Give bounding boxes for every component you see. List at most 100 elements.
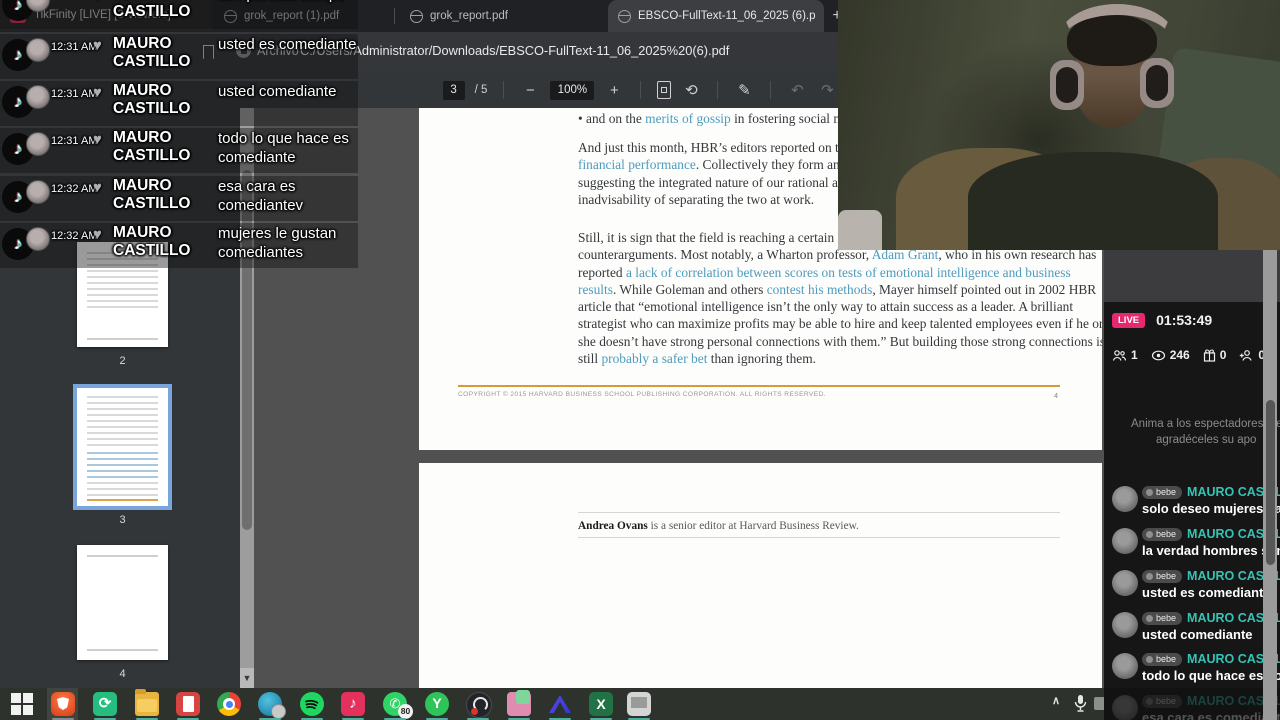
person-plus-icon [1240, 349, 1252, 361]
system-app-icon[interactable] [627, 692, 651, 716]
address-url[interactable]: C:/Users/Administrator/Downloads/EBSCO-F… [300, 43, 729, 58]
overlay-chat-row: ♪ 12:31 AM ♥ MAURO CASTILLO todo lo que hace… [0, 128, 358, 173]
tab-label: EBSCO-FullText-11_06_2025 (6).p [638, 10, 816, 22]
notes-app-icon[interactable] [176, 692, 200, 716]
rotate-icon[interactable]: ⟲ [681, 81, 701, 99]
heart-badge-icon: ♥ [93, 179, 102, 196]
thumbnail-text-lines [87, 338, 158, 340]
text-run: she doesn’t have strong personal connect… [578, 333, 1102, 349]
author-name: Andrea Ovans [578, 520, 648, 532]
fit-to-page-icon[interactable] [657, 81, 672, 99]
fan-club-badge: bebe [1142, 611, 1183, 625]
eye-icon [1151, 350, 1165, 360]
text-line: she doesn’t have strong personal connect… [578, 333, 1102, 350]
chat-header-line: bebeMAURO CASTILLO [1142, 527, 1280, 541]
overlay-chat-row: ♪ 12:32 AM ♥ MAURO CASTILLO mujeres le gusta… [0, 223, 358, 268]
chat-message: usted comediante [1142, 627, 1253, 642]
live-timer: 01:53:49 [1156, 312, 1213, 328]
thumbnail-label: 3 [119, 514, 126, 526]
start-button-icon[interactable] [10, 692, 36, 718]
chrome-icon[interactable] [217, 692, 241, 716]
screen: grok_report (1).pdf grok_report.pdf EBSC… [0, 0, 1280, 720]
text-run: suggesting the integrated nature of our … [578, 174, 872, 190]
tray-expand-icon[interactable]: ∧ [1052, 694, 1060, 707]
undo-icon[interactable]: ↶ [787, 81, 807, 99]
avatar [1112, 486, 1138, 512]
live-chat-row[interactable]: bebeMAURO CASTILLO usted es comediante [1104, 569, 1280, 605]
avatar [1112, 570, 1138, 596]
text-line: • and on the merits of gossip in fosteri… [578, 110, 871, 127]
live-chat-row[interactable]: bebeMAURO CASTILLO solo deseo mujeres nad… [1104, 485, 1280, 521]
hyperlink[interactable]: contest his methods [767, 282, 873, 297]
stickers-app-icon[interactable] [507, 690, 531, 716]
zoom-out-button[interactable]: − [520, 82, 540, 99]
page-total: / 5 [474, 84, 488, 96]
vpn-app-icon[interactable] [548, 692, 572, 716]
spotify-icon[interactable] [300, 692, 324, 716]
obs-studio-icon[interactable] [466, 692, 492, 718]
tab-grok-report[interactable]: grok_report.pdf [400, 0, 600, 32]
draw-icon[interactable]: ✎ [734, 81, 754, 99]
fan-club-badge: bebe [1142, 527, 1183, 541]
chat-message: todo lo que hace es comed [1142, 668, 1280, 683]
media-app-icon[interactable] [258, 692, 286, 719]
thumbnail-page-3-selected[interactable] [73, 384, 172, 510]
hyperlink[interactable]: financial performance [578, 157, 696, 172]
live-chat-row[interactable]: bebeMAURO CASTILLO la verdad hombres son … [1104, 527, 1280, 563]
thumbnail-label: 4 [119, 668, 126, 680]
live-chat-row[interactable]: bebeMAURO CASTILLO todo lo que hace es co… [1104, 652, 1280, 688]
helper-line: Anima a los espectadores a e [1131, 418, 1280, 430]
bullet-line: • and on the merits of gossip in fosteri… [578, 110, 871, 127]
tab-ebsco-pdf-active[interactable]: EBSCO-FullText-11_06_2025 (6).p × [608, 0, 824, 32]
thumbnail-page-4[interactable] [77, 545, 168, 660]
whatsapp-unread-badge: 80 [398, 704, 413, 719]
chat-username: MAURO CASTILLO [113, 82, 191, 117]
panel-bottom-fade [1104, 688, 1280, 720]
chat-message: son perdida tiempo [218, 0, 358, 5]
tikfinity-sync-icon[interactable]: ⟳ [93, 692, 117, 716]
remote-desktop-icon[interactable]: Y [425, 692, 449, 716]
text-run: Still, it is sign that the field is reac… [578, 230, 879, 245]
avatar [26, 85, 50, 109]
live-chat-row[interactable]: bebeMAURO CASTILLO usted comediante [1104, 611, 1280, 647]
text-line: article that “emotional intelligence isn… [578, 298, 1102, 315]
thumbnail-text-lines [87, 555, 158, 557]
page-number-input[interactable]: 3 [442, 80, 465, 100]
text-line: financial performance. Collectively they… [578, 156, 880, 173]
heart-badge-icon: ♥ [93, 84, 102, 101]
overlay-chat: ♪♥MAURO CASTILLOson perdida tiempo♪12:31… [0, 0, 360, 300]
thumbnail-label: 2 [119, 355, 126, 367]
brave-browser-icon[interactable] [51, 692, 75, 716]
tiktok-icon[interactable]: ♪ [341, 692, 365, 716]
chat-message: todo lo que hace es comediante [218, 130, 349, 166]
avatar [26, 227, 50, 251]
panel-scrollbar[interactable] [1263, 250, 1277, 720]
hyperlink[interactable]: results [578, 282, 613, 297]
excel-icon[interactable]: X [589, 692, 613, 716]
live-studio-panel: LIVE 01:53:49 1 246 0 0 Anima a los espe… [1104, 250, 1280, 720]
toolbar-divider [717, 81, 719, 99]
copyright-line: COPYRIGHT © 2015 HARVARD BUSINESS SCHOOL… [458, 391, 826, 398]
chat-username: MAURO CASTILLO [113, 35, 191, 70]
chat-username: MAURO CASTILLO [113, 177, 191, 212]
hyperlink[interactable]: probably a safer bet [601, 351, 707, 366]
scrollbar-thumb[interactable] [1266, 400, 1275, 565]
microphone-tray-icon[interactable] [1074, 694, 1087, 718]
chat-header-line: bebeMAURO CASTILLO [1142, 652, 1280, 666]
scroll-down-button[interactable]: ▼ [240, 668, 254, 688]
hyperlink[interactable]: merits of gossip [645, 111, 731, 126]
avatar [26, 180, 50, 204]
text-run: , Mayer himself pointed out in 2002 HBR [872, 281, 1097, 297]
redo-icon[interactable]: ↷ [817, 81, 837, 99]
heart-badge-icon: ♥ [93, 37, 102, 54]
chat-header-line: bebeMAURO CASTILLO [1142, 485, 1280, 499]
zoom-in-button[interactable]: + [604, 82, 624, 99]
hyperlink[interactable]: a lack of correlation between scores on … [626, 265, 1071, 280]
zoom-level[interactable]: 100% [550, 80, 595, 100]
chat-timestamp: 12:32 AM [51, 230, 98, 242]
avatar [26, 132, 50, 156]
file-explorer-icon[interactable] [135, 689, 159, 716]
text-line: suggesting the integrated nature of our … [578, 174, 880, 191]
helper-line: agradéceles su apo [1156, 434, 1257, 446]
divider [578, 537, 1060, 538]
